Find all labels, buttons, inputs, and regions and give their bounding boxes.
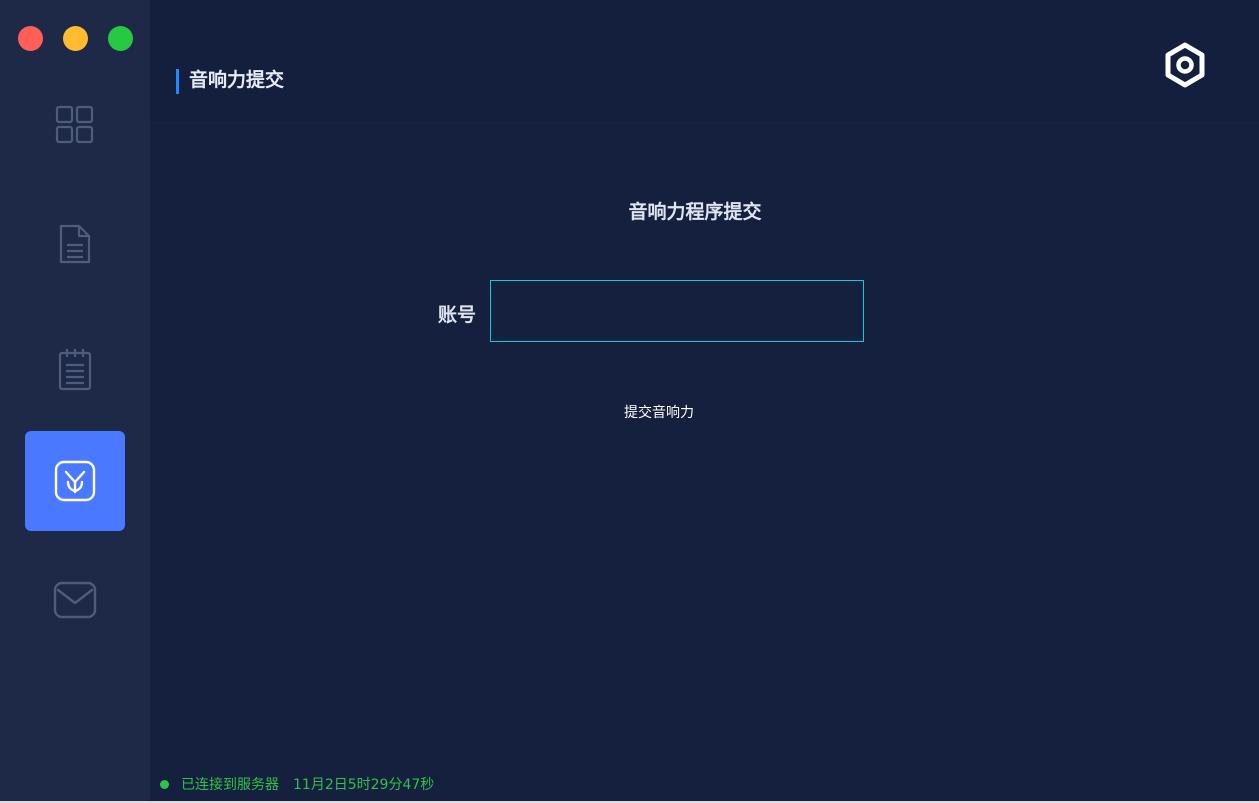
page-title: 音响力提交 [189, 69, 285, 91]
window-maximize-button[interactable] [108, 26, 133, 51]
window-minimize-button[interactable] [63, 26, 88, 51]
status-timestamp: 11月2日5时29分47秒 [293, 777, 435, 793]
sprout-icon [54, 460, 96, 502]
account-label: 账号 [437, 304, 476, 326]
account-input[interactable] [490, 280, 864, 342]
dashboard-grid-icon [55, 105, 94, 144]
sidebar-item-dashboard[interactable] [25, 75, 125, 175]
sidebar [0, 0, 150, 803]
status-bar: 已连接到服务器 11月2日5时29分47秒 [160, 772, 434, 796]
app-window: 音响力提交 音响力程序提交 账号 提交音响力 已连接到服务器 11月2日5时29… [0, 0, 1259, 803]
hex-settings-icon[interactable] [1163, 42, 1207, 88]
window-close-button[interactable] [18, 26, 43, 51]
connection-status-dot [160, 779, 169, 789]
connection-status-text: 已连接到服务器 [181, 777, 279, 793]
document-icon [59, 224, 91, 264]
submit-button[interactable]: 提交音响力 [610, 400, 708, 426]
top-bar [150, 0, 1259, 123]
form-title: 音响力程序提交 [628, 201, 762, 223]
page-title-accent [176, 69, 179, 94]
sidebar-item-messages[interactable] [25, 550, 125, 650]
mail-icon [53, 581, 97, 619]
sidebar-item-documents[interactable] [25, 194, 125, 294]
sidebar-item-notes[interactable] [25, 319, 125, 419]
sidebar-item-submit[interactable] [25, 431, 125, 531]
notepad-icon [58, 349, 92, 391]
